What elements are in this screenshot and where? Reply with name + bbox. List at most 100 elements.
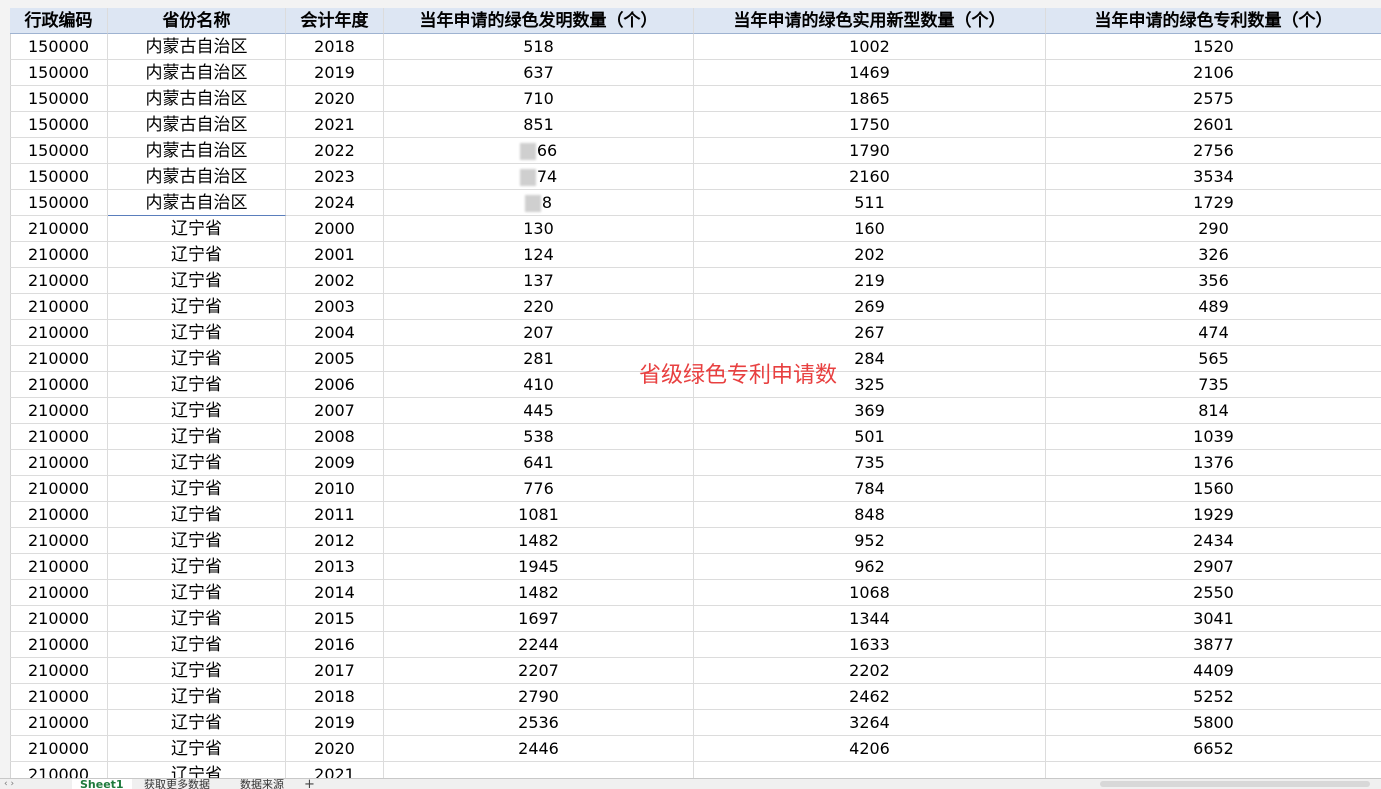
cell-invention[interactable]: 8 xyxy=(384,190,694,216)
cell-total-patents[interactable]: 1929 xyxy=(1046,502,1381,528)
cell-total-patents[interactable]: 6652 xyxy=(1046,736,1381,762)
cell-utility-model[interactable]: 1344 xyxy=(694,606,1046,632)
cell-invention[interactable]: 2446 xyxy=(384,736,694,762)
cell-year[interactable]: 2004 xyxy=(286,320,384,346)
cell-total-patents[interactable]: 356 xyxy=(1046,268,1381,294)
cell-admin-code[interactable]: 150000 xyxy=(10,60,108,86)
cell-province[interactable]: 内蒙古自治区 xyxy=(108,138,286,164)
cell-province[interactable]: 内蒙古自治区 xyxy=(108,112,286,138)
cell-province[interactable]: 辽宁省 xyxy=(108,216,286,242)
cell-province[interactable]: 辽宁省 xyxy=(108,372,286,398)
cell-admin-code[interactable]: 210000 xyxy=(10,606,108,632)
cell-utility-model[interactable]: 269 xyxy=(694,294,1046,320)
cell-admin-code[interactable]: 210000 xyxy=(10,268,108,294)
cell-invention[interactable]: 2790 xyxy=(384,684,694,710)
cell-invention[interactable]: 1482 xyxy=(384,528,694,554)
cell-admin-code[interactable]: 210000 xyxy=(10,658,108,684)
cell-invention[interactable]: 2536 xyxy=(384,710,694,736)
cell-admin-code[interactable]: 210000 xyxy=(10,320,108,346)
cell-utility-model[interactable] xyxy=(694,762,1046,778)
cell-admin-code[interactable]: 210000 xyxy=(10,476,108,502)
cell-utility-model[interactable]: 160 xyxy=(694,216,1046,242)
cell-utility-model[interactable]: 501 xyxy=(694,424,1046,450)
header-cell-invention[interactable]: 当年申请的绿色发明数量（个） xyxy=(384,8,694,34)
cell-invention[interactable]: 74 xyxy=(384,164,694,190)
cell-year[interactable]: 2015 xyxy=(286,606,384,632)
cell-total-patents[interactable]: 2907 xyxy=(1046,554,1381,580)
cell-utility-model[interactable]: 1002 xyxy=(694,34,1046,60)
cell-admin-code[interactable]: 150000 xyxy=(10,112,108,138)
cell-invention[interactable]: 2244 xyxy=(384,632,694,658)
cell-year[interactable]: 2009 xyxy=(286,450,384,476)
cell-province[interactable]: 辽宁省 xyxy=(108,684,286,710)
cell-total-patents[interactable]: 735 xyxy=(1046,372,1381,398)
cell-province[interactable]: 辽宁省 xyxy=(108,762,286,778)
cell-year[interactable]: 2018 xyxy=(286,34,384,60)
cell-province[interactable]: 辽宁省 xyxy=(108,476,286,502)
cell-invention[interactable]: 445 xyxy=(384,398,694,424)
cell-year[interactable]: 2013 xyxy=(286,554,384,580)
cell-total-patents[interactable]: 2106 xyxy=(1046,60,1381,86)
cell-province[interactable]: 内蒙古自治区 xyxy=(108,164,286,190)
horizontal-scrollbar[interactable] xyxy=(1100,781,1370,787)
cell-admin-code[interactable]: 210000 xyxy=(10,346,108,372)
cell-utility-model[interactable]: 1750 xyxy=(694,112,1046,138)
cell-year[interactable]: 2011 xyxy=(286,502,384,528)
cell-province[interactable]: 辽宁省 xyxy=(108,554,286,580)
cell-province[interactable]: 辽宁省 xyxy=(108,294,286,320)
cell-year[interactable]: 2019 xyxy=(286,710,384,736)
cell-admin-code[interactable]: 210000 xyxy=(10,398,108,424)
cell-utility-model[interactable]: 952 xyxy=(694,528,1046,554)
cell-year[interactable]: 2007 xyxy=(286,398,384,424)
cell-invention[interactable]: 776 xyxy=(384,476,694,502)
cell-admin-code[interactable]: 210000 xyxy=(10,372,108,398)
cell-invention[interactable]: 130 xyxy=(384,216,694,242)
cell-invention[interactable]: 710 xyxy=(384,86,694,112)
cell-utility-model[interactable]: 1865 xyxy=(694,86,1046,112)
cell-year[interactable]: 2000 xyxy=(286,216,384,242)
cell-province[interactable]: 辽宁省 xyxy=(108,346,286,372)
cell-utility-model[interactable]: 1469 xyxy=(694,60,1046,86)
cell-province[interactable]: 辽宁省 xyxy=(108,242,286,268)
cell-admin-code[interactable]: 210000 xyxy=(10,632,108,658)
cell-province[interactable]: 辽宁省 xyxy=(108,658,286,684)
cell-admin-code[interactable]: 210000 xyxy=(10,242,108,268)
cell-province[interactable]: 辽宁省 xyxy=(108,450,286,476)
cell-utility-model[interactable]: 4206 xyxy=(694,736,1046,762)
cell-total-patents[interactable]: 290 xyxy=(1046,216,1381,242)
cell-invention[interactable]: 518 xyxy=(384,34,694,60)
cell-total-patents[interactable] xyxy=(1046,762,1381,778)
cell-year[interactable]: 2005 xyxy=(286,346,384,372)
cell-total-patents[interactable]: 565 xyxy=(1046,346,1381,372)
cell-utility-model[interactable]: 784 xyxy=(694,476,1046,502)
cell-admin-code[interactable]: 210000 xyxy=(10,424,108,450)
cell-admin-code[interactable]: 210000 xyxy=(10,528,108,554)
cell-utility-model[interactable]: 2462 xyxy=(694,684,1046,710)
cell-year[interactable]: 2019 xyxy=(286,60,384,86)
cell-admin-code[interactable]: 210000 xyxy=(10,450,108,476)
cell-utility-model[interactable]: 2160 xyxy=(694,164,1046,190)
cell-total-patents[interactable]: 1729 xyxy=(1046,190,1381,216)
cell-year[interactable]: 2003 xyxy=(286,294,384,320)
cell-year[interactable]: 2010 xyxy=(286,476,384,502)
cell-province[interactable]: 辽宁省 xyxy=(108,606,286,632)
cell-year[interactable]: 2022 xyxy=(286,138,384,164)
cell-invention[interactable]: 1081 xyxy=(384,502,694,528)
add-sheet-button[interactable]: + xyxy=(304,779,315,789)
cell-utility-model[interactable]: 1790 xyxy=(694,138,1046,164)
cell-utility-model[interactable]: 219 xyxy=(694,268,1046,294)
cell-utility-model[interactable]: 511 xyxy=(694,190,1046,216)
cell-total-patents[interactable]: 2434 xyxy=(1046,528,1381,554)
cell-province[interactable]: 辽宁省 xyxy=(108,632,286,658)
cell-year[interactable]: 2020 xyxy=(286,86,384,112)
cell-total-patents[interactable]: 1520 xyxy=(1046,34,1381,60)
cell-total-patents[interactable]: 814 xyxy=(1046,398,1381,424)
cell-admin-code[interactable]: 150000 xyxy=(10,34,108,60)
cell-year[interactable]: 2017 xyxy=(286,658,384,684)
cell-year[interactable]: 2016 xyxy=(286,632,384,658)
cell-admin-code[interactable]: 210000 xyxy=(10,580,108,606)
cell-invention[interactable]: 2207 xyxy=(384,658,694,684)
cell-total-patents[interactable]: 3877 xyxy=(1046,632,1381,658)
cell-invention[interactable] xyxy=(384,762,694,778)
cell-province[interactable]: 辽宁省 xyxy=(108,424,286,450)
